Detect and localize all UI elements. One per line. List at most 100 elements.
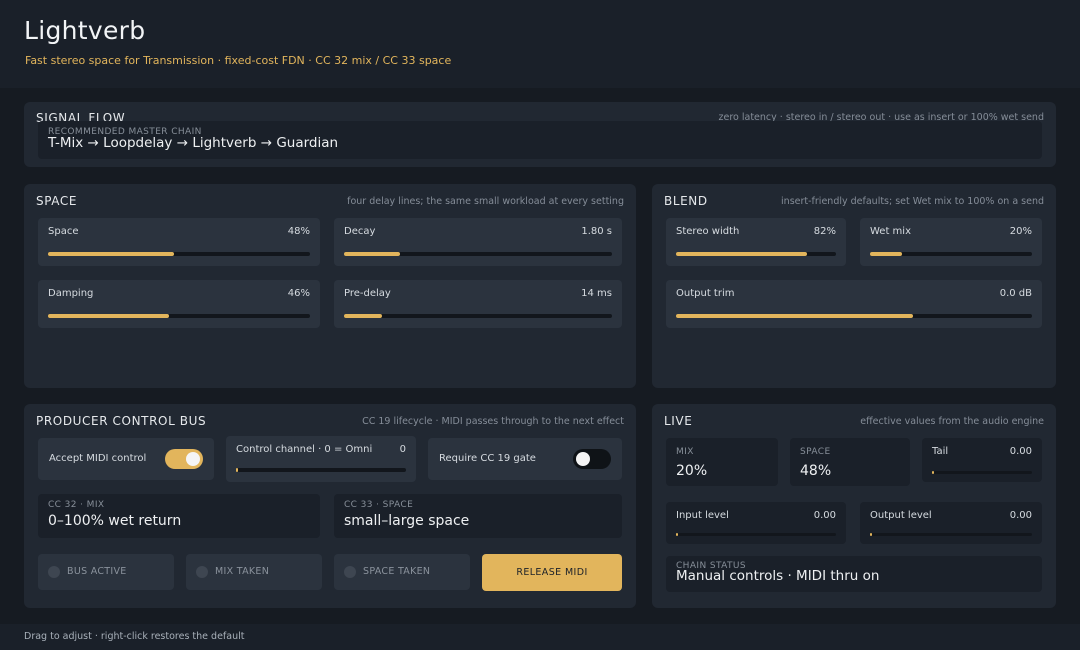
pre-delay-label: Pre-delay [344, 288, 391, 299]
damping-value: 46% [287, 288, 310, 299]
live-mix-caption: MIX [676, 447, 694, 457]
master-chain-well: RECOMMENDED MASTER CHAIN T-Mix → Loopdel… [38, 121, 1042, 159]
control-bus-note: CC 19 lifecycle · MIDI passes through to… [362, 416, 624, 427]
blend-panel: BLEND insert-friendly defaults; set Wet … [652, 184, 1056, 388]
space-fill [48, 252, 174, 256]
release-midi-button[interactable]: RELEASE MIDI [482, 554, 622, 591]
output-trim-track[interactable] [676, 314, 1032, 318]
pre-delay-fill [344, 314, 382, 318]
space-taken-dot [344, 566, 356, 578]
chain-status-value: Manual controls · MIDI thru on [676, 568, 880, 584]
cc32-mix-well: CC 32 · MIX 0–100% wet return [38, 494, 320, 538]
live-panel: LIVE effective values from the audio eng… [652, 404, 1056, 608]
signal-flow-panel: SIGNAL FLOW zero latency · stereo in / s… [24, 102, 1056, 167]
tail-value: 0.00 [1009, 446, 1032, 457]
input-level-label: Input level [676, 510, 729, 521]
control-channel-value: 0 [399, 444, 406, 455]
input-level-fill [676, 533, 678, 536]
pre-delay-value: 14 ms [581, 288, 612, 299]
decay-track[interactable] [344, 252, 612, 256]
master-chain: T-Mix → Loopdelay → Lightverb → Guardian [48, 135, 339, 151]
live-space-value: 48% [800, 463, 832, 479]
mix-taken-indicator: MIX TAKEN [186, 554, 322, 590]
bus-active-indicator: BUS ACTIVE [38, 554, 174, 590]
damping-label: Damping [48, 288, 94, 299]
wet-mix-slider[interactable]: Wet mix 20% [860, 218, 1042, 266]
control-channel-track[interactable] [236, 468, 406, 472]
space-slider[interactable]: Space 48% [38, 218, 320, 266]
tail-track [932, 471, 1032, 474]
output-level-meter: Output level 0.00 [860, 502, 1042, 544]
space-track[interactable] [48, 252, 310, 256]
require-gate-label: Require CC 19 gate [439, 453, 536, 464]
app-header: Lightverb Fast stereo space for Transmis… [0, 0, 1080, 88]
tail-label: Tail [932, 446, 949, 457]
control-channel-fill [236, 468, 238, 472]
input-level-value: 0.00 [813, 510, 836, 521]
decay-fill [344, 252, 401, 256]
control-bus-panel: PRODUCER CONTROL BUS CC 19 lifecycle · M… [24, 404, 636, 608]
space-taken-label: SPACE TAKEN [363, 566, 431, 577]
space-title: SPACE [36, 194, 78, 208]
control-channel-slider[interactable]: Control channel · 0 = Omni 0 [226, 436, 416, 482]
live-space-well: SPACE 48% [790, 438, 910, 486]
accept-midi-label: Accept MIDI control [49, 453, 147, 464]
bus-active-label: BUS ACTIVE [67, 566, 127, 577]
output-trim-fill [676, 314, 913, 318]
wet-mix-value: 20% [1009, 226, 1032, 237]
live-space-caption: SPACE [800, 447, 831, 457]
app-subtitle: Fast stereo space for Transmission · fix… [25, 54, 452, 67]
wet-mix-label: Wet mix [870, 226, 911, 237]
space-label: Space [48, 226, 79, 237]
input-level-track [676, 533, 836, 536]
output-level-fill [870, 533, 872, 536]
damping-fill [48, 314, 169, 318]
output-trim-label: Output trim [676, 288, 735, 299]
tail-fill [932, 471, 934, 474]
cc32-value: 0–100% wet return [48, 513, 182, 529]
stereo-width-track[interactable] [676, 252, 836, 256]
decay-label: Decay [344, 226, 376, 237]
output-level-label: Output level [870, 510, 932, 521]
bus-active-dot [48, 566, 60, 578]
live-title: LIVE [664, 414, 693, 428]
stereo-width-label: Stereo width [676, 226, 740, 237]
require-gate-knob [576, 452, 590, 466]
blend-title: BLEND [664, 194, 708, 208]
space-note: four delay lines; the same small workloa… [347, 196, 624, 207]
cc32-caption: CC 32 · MIX [48, 500, 105, 510]
cc33-caption: CC 33 · SPACE [344, 500, 414, 510]
stereo-width-value: 82% [813, 226, 836, 237]
pre-delay-slider[interactable]: Pre-delay 14 ms [334, 280, 622, 328]
require-gate-control[interactable]: Require CC 19 gate [428, 438, 622, 480]
space-taken-indicator: SPACE TAKEN [334, 554, 470, 590]
output-trim-value: 0.0 dB [999, 288, 1032, 299]
footer: Drag to adjust · right-click restores th… [0, 624, 1080, 650]
accept-midi-control[interactable]: Accept MIDI control [38, 438, 214, 480]
control-channel-label: Control channel · 0 = Omni [236, 444, 373, 455]
space-panel: SPACE four delay lines; the same small w… [24, 184, 636, 388]
stereo-width-slider[interactable]: Stereo width 82% [666, 218, 846, 266]
damping-track[interactable] [48, 314, 310, 318]
space-value: 48% [287, 226, 310, 237]
mix-taken-dot [196, 566, 208, 578]
live-mix-value: 20% [676, 463, 708, 479]
cc33-space-well: CC 33 · SPACE small–large space [334, 494, 622, 538]
blend-note: insert-friendly defaults; set Wet mix to… [781, 196, 1044, 207]
input-level-meter: Input level 0.00 [666, 502, 846, 544]
control-bus-title: PRODUCER CONTROL BUS [36, 414, 207, 428]
output-trim-slider[interactable]: Output trim 0.0 dB [666, 280, 1042, 328]
footer-hint: Drag to adjust · right-click restores th… [24, 631, 245, 642]
accept-midi-toggle[interactable] [165, 449, 203, 469]
damping-slider[interactable]: Damping 46% [38, 280, 320, 328]
app-title: Lightverb [24, 16, 146, 45]
decay-value: 1.80 s [581, 226, 612, 237]
require-gate-toggle[interactable] [573, 449, 611, 469]
decay-slider[interactable]: Decay 1.80 s [334, 218, 622, 266]
output-level-value: 0.00 [1009, 510, 1032, 521]
pre-delay-track[interactable] [344, 314, 612, 318]
output-level-track [870, 533, 1032, 536]
wet-mix-track[interactable] [870, 252, 1032, 256]
stereo-width-fill [676, 252, 808, 256]
wet-mix-fill [870, 252, 903, 256]
